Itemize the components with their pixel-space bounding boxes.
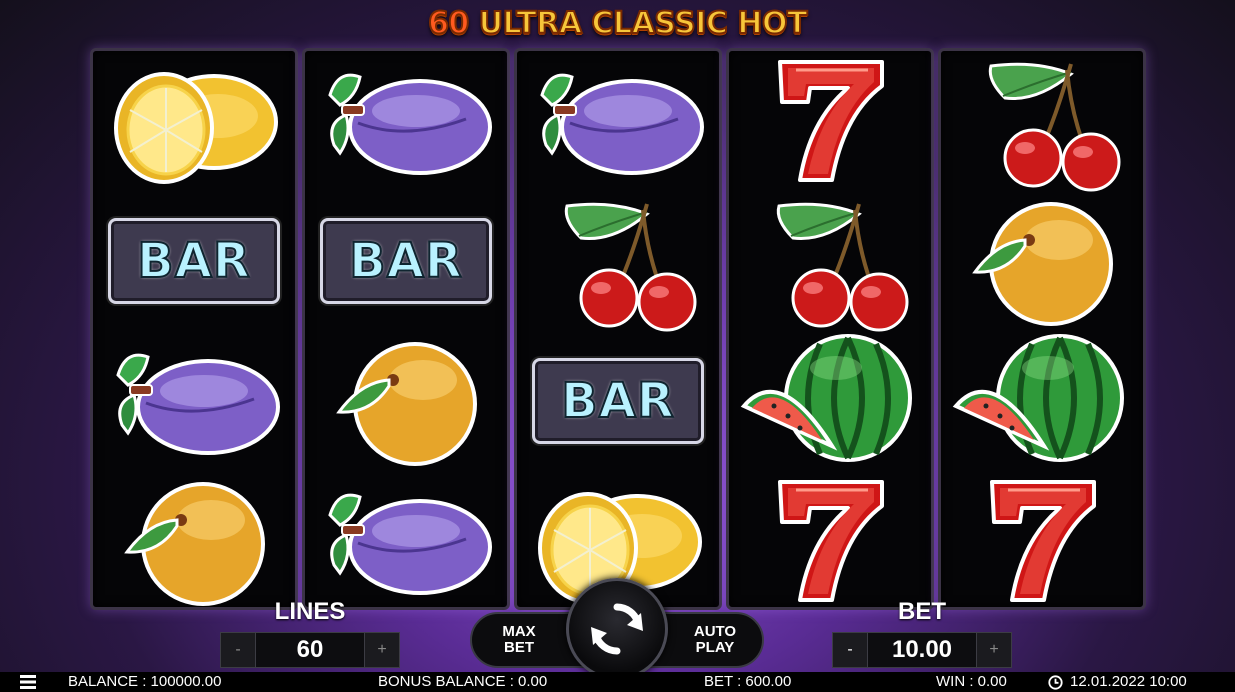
lines-decrease-button[interactable]: - xyxy=(220,632,256,668)
reel-5 xyxy=(938,48,1146,610)
status-bar: BALANCE : 100000.00 BONUS BALANCE : 0.00… xyxy=(0,672,1235,692)
plum-icon xyxy=(328,493,492,595)
clock-icon xyxy=(1048,675,1063,690)
total-bet-text: BET : 600.00 xyxy=(704,673,792,690)
balance-text: BALANCE : 100000.00 xyxy=(68,673,222,690)
game-title-number: 60 xyxy=(427,5,470,42)
bar-symbol-label: BAR xyxy=(136,232,251,290)
hamburger-icon[interactable] xyxy=(20,675,36,689)
bar-symbol-label: BAR xyxy=(560,372,675,430)
lemon-icon xyxy=(114,72,278,184)
orange-icon xyxy=(124,482,265,606)
seven-icon xyxy=(778,60,884,182)
plum-icon xyxy=(116,353,280,455)
reel-symbol-plum xyxy=(517,51,719,191)
win-text: WIN : 0.00 xyxy=(936,673,1007,690)
reel-symbol-plum xyxy=(305,471,507,611)
bet-stepper: - 10.00 + xyxy=(832,632,1012,668)
bar-symbol: BAR xyxy=(320,218,492,304)
reel-symbol-bar: BAR xyxy=(93,191,295,331)
watermelon-icon xyxy=(952,334,1124,462)
lines-label: LINES xyxy=(274,598,346,625)
lines-stepper: - 60 + xyxy=(220,632,400,668)
reel-symbol-cherry xyxy=(729,191,931,332)
reel-symbol-orange xyxy=(305,331,507,471)
reel-symbol-plum xyxy=(93,331,295,471)
bar-symbol-label: BAR xyxy=(348,232,463,290)
auto-play-label: AUTO PLAY xyxy=(693,623,737,656)
cherry-icon xyxy=(564,202,697,332)
game-title-text: ULTRA CLASSIC HOT xyxy=(478,5,809,42)
lines-increase-button[interactable]: + xyxy=(364,632,400,668)
bar-symbol: BAR xyxy=(108,218,280,304)
seven-icon xyxy=(778,480,884,602)
reel-symbol-seven xyxy=(729,51,931,191)
reel-symbol-seven xyxy=(941,471,1143,611)
watermelon-icon xyxy=(740,334,912,462)
plum-icon xyxy=(540,73,704,175)
cherry-icon xyxy=(988,62,1121,192)
reel-symbol-watermelon xyxy=(941,331,1143,471)
reel-symbol-bar: BAR xyxy=(517,331,719,471)
reel-symbol-bar: BAR xyxy=(305,191,507,331)
reel-symbol-orange xyxy=(93,471,295,611)
cherry-icon xyxy=(776,202,909,332)
lines-value: 60 xyxy=(256,632,364,668)
spin-button[interactable] xyxy=(566,578,668,680)
bonus-balance-text: BONUS BALANCE : 0.00 xyxy=(378,673,548,690)
max-bet-label: MAX BET xyxy=(502,623,536,656)
orange-icon xyxy=(336,342,477,466)
plum-icon xyxy=(328,73,492,175)
datetime-text: 12.01.2022 10:00 xyxy=(1070,673,1187,690)
game-title: 60 ULTRA CLASSIC HOT xyxy=(0,5,1235,42)
reel-symbol-plum xyxy=(305,51,507,191)
reel-4 xyxy=(726,48,934,610)
orange-icon xyxy=(972,202,1113,326)
seven-icon xyxy=(990,480,1096,602)
reel-symbol-lemon xyxy=(93,51,295,191)
bet-label: BET xyxy=(898,598,946,625)
reel-symbol-cherry xyxy=(941,51,1143,192)
reel-symbol-seven xyxy=(729,471,931,611)
refresh-icon xyxy=(591,603,643,655)
bar-symbol: BAR xyxy=(532,358,704,444)
bet-decrease-button[interactable]: - xyxy=(832,632,868,668)
bet-value: 10.00 xyxy=(868,632,976,668)
reel-symbol-orange xyxy=(941,191,1143,331)
reel-3: BAR xyxy=(514,48,722,610)
reel-2: BAR xyxy=(302,48,510,610)
bet-increase-button[interactable]: + xyxy=(976,632,1012,668)
reel-symbol-cherry xyxy=(517,191,719,332)
reel-1: BAR xyxy=(90,48,298,610)
reel-symbol-watermelon xyxy=(729,331,931,471)
